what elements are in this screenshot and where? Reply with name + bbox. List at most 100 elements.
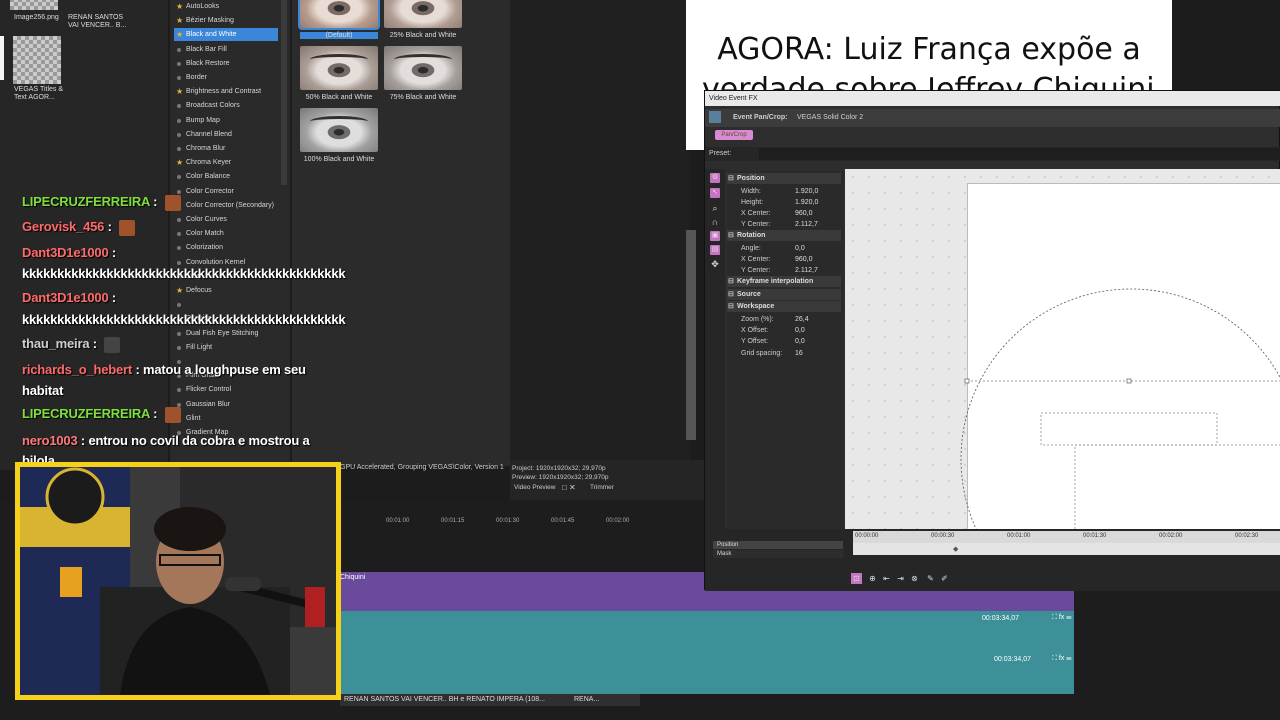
select-tool-icon[interactable]: ↖ [710,188,720,198]
fx-list-item[interactable]: Chroma Blur [174,142,278,155]
property-group-rotation[interactable]: Rotation [727,230,841,242]
property-value[interactable]: 960,0 [795,254,813,265]
property-row[interactable]: Angle: 0,0 [741,243,841,254]
fx-list-item[interactable]: ★ Brightness and Contrast [174,85,278,98]
property-value[interactable]: 0,0 [795,243,805,254]
zoom-tool-icon[interactable]: ⌕ [710,203,720,213]
audio-track-2[interactable]: 00:03:34,07 ⛶ fx ☰ [340,652,1074,694]
property-value[interactable]: 1.920,0 [795,186,818,197]
fx-list-item[interactable]: ★ Chroma Keyer [174,156,278,169]
first-keyframe-icon[interactable]: ⊕ [867,573,878,584]
property-row[interactable]: X Center: 960,0 [741,208,841,219]
prev-keyframe-icon[interactable]: ⇤ [881,573,892,584]
next-keyframe-icon[interactable]: ⇥ [895,573,906,584]
fx-preset-thumbnail[interactable] [300,108,378,152]
clip-icons[interactable]: ⛶ fx ☰ [1052,614,1072,622]
timeline-ruler[interactable]: 00:01:00 00:01:15 00:01:30 00:01:45 00:02:00 [340,518,710,528]
kf-label-mask[interactable]: Mask [713,550,843,558]
fx-list-item[interactable] [174,298,278,311]
pan-crop-canvas[interactable] [845,169,1280,529]
preset-dropdown[interactable] [759,148,1280,160]
video-preview-tab[interactable]: Video Preview [514,484,555,491]
fx-list-item[interactable]: Color Curves [174,213,278,226]
media-item-label[interactable]: VEGAS Titles & Text AGOR... [14,86,64,102]
lock-aspect-icon[interactable]: ▣ [710,231,720,241]
fx-list-item[interactable]: Color Balance [174,170,278,183]
fx-list-item[interactable]: Border [174,71,278,84]
property-row[interactable]: Y Center: 2.112,7 [741,219,841,230]
fx-list-item[interactable]: Bump Map [174,114,278,127]
fx-list-item[interactable]: Black Bar Fill [174,43,278,56]
fx-list-item[interactable]: ★ AutoLooks [174,0,278,13]
scale-center-icon[interactable]: ▤ [710,245,720,255]
fx-list-item[interactable]: Broadcast Colors [174,99,278,112]
normal-edit-tool-icon[interactable]: ⚙ [710,173,720,183]
fx-list-item[interactable]: Gaussian Blur [174,398,278,411]
fx-preset-thumbnail[interactable] [300,46,378,90]
delete-keyframe-icon[interactable]: ✐ [939,573,950,584]
media-item-label[interactable]: RENAN SANTOS VAI VENCER.. B... [68,14,128,30]
fx-list-item[interactable]: ★ Black and White [174,28,278,42]
property-value[interactable]: 2.112,7 [795,265,818,276]
keyframe-ruler[interactable]: 00:00:00 00:00:30 00:01:00 00:01:30 00:02:00… [853,531,1280,543]
fx-list-item[interactable]: ★ Bézier Masking [174,14,278,27]
kf-label-position[interactable]: Position [713,541,843,549]
fx-list-item[interactable]: Colorization [174,241,278,254]
trimmer-tab[interactable]: Trimmer [590,484,614,491]
property-group-position[interactable]: Position [727,173,841,184]
property-row[interactable]: Zoom (%): 26,4 [741,314,841,325]
property-row[interactable]: Width: 1.920,0 [741,186,841,197]
property-value[interactable]: 0,0 [795,325,805,336]
fx-preset-thumbnail[interactable] [384,0,462,28]
fx-list-item[interactable]: Color Match [174,227,278,240]
property-row[interactable]: X Offset: 0,0 [741,325,841,336]
property-label: Width: [741,187,761,195]
close-icon[interactable]: □ ✕ [562,483,576,492]
fx-list-item[interactable]: Glint [174,412,278,425]
property-group-keyframe[interactable]: Keyframe interpolation [727,276,841,288]
clip-icons[interactable]: ⛶ fx ☰ [1052,655,1072,663]
property-value[interactable]: 960,0 [795,208,813,219]
audio-track-1[interactable]: 00:03:34,07 ⛶ fx ☰ [340,611,1074,653]
fx-preset-thumbnail[interactable] [384,46,462,90]
media-thumbnail[interactable] [10,0,58,10]
property-group-workspace[interactable]: Workspace [727,301,841,313]
sync-cursor-icon[interactable]: ⊡ [851,573,862,584]
property-row[interactable]: Y Offset: 0,0 [741,336,841,347]
property-value[interactable]: 0,0 [795,336,805,347]
chat-username: Gerovisk_456 [22,219,105,234]
property-row[interactable]: Grid spacing: 16 [741,348,841,359]
move-tool-icon[interactable]: ✥ [710,259,720,269]
timeline-ruler-tick: 00:02:00 [606,518,630,524]
fx-preset-thumbnail[interactable] [298,0,380,30]
fx-window-title[interactable]: Video Event FX [705,91,1280,106]
fx-list-item[interactable]: Fill Light [174,341,278,354]
last-keyframe-icon[interactable]: ⊗ [909,573,920,584]
property-row[interactable]: Height: 1.920,0 [741,197,841,208]
media-thumbnail[interactable] [13,36,61,84]
property-row[interactable]: Y Center: 2.112,7 [741,265,841,276]
property-group-source[interactable]: Source [727,288,841,300]
fx-list-item[interactable]: Channel Blend [174,128,278,141]
fx-list-item[interactable]: Color Corrector (Secondary) [174,199,278,212]
property-value[interactable]: 1.920,0 [795,197,818,208]
fx-list-item[interactable]: Black Restore [174,57,278,70]
keyframe-marker[interactable]: ◆ [953,545,958,553]
keyframe-track[interactable]: ◆ [853,543,1280,555]
fx-list-item[interactable]: Dual Fish Eye Stitching [174,327,278,340]
property-value[interactable]: 2.112,7 [795,219,818,230]
bottom-clip-bar[interactable]: RENAN SANTOS VAI VENCER.. BH e RENATO IM… [340,694,640,706]
property-value[interactable]: 26,4 [795,314,809,325]
magnet-icon[interactable]: ∩ [710,217,720,227]
add-keyframe-icon[interactable]: ✎ [925,573,936,584]
fx-list-item[interactable]: ★ Defocus [174,284,278,297]
fx-preset-label: 100% Black and White [303,156,375,163]
plugin-chain-icon[interactable] [709,111,721,123]
pan-crop-chip[interactable]: Pan/Crop [715,130,753,140]
fx-list-scrollbar[interactable] [281,0,287,185]
property-value[interactable]: 16 [795,348,803,359]
fx-list-item[interactable]: Flicker Control [174,383,278,396]
media-item-label[interactable]: Image256.png [14,14,59,22]
fx-list-item[interactable]: Color Corrector [174,185,278,198]
property-row[interactable]: X Center: 960,0 [741,254,841,265]
